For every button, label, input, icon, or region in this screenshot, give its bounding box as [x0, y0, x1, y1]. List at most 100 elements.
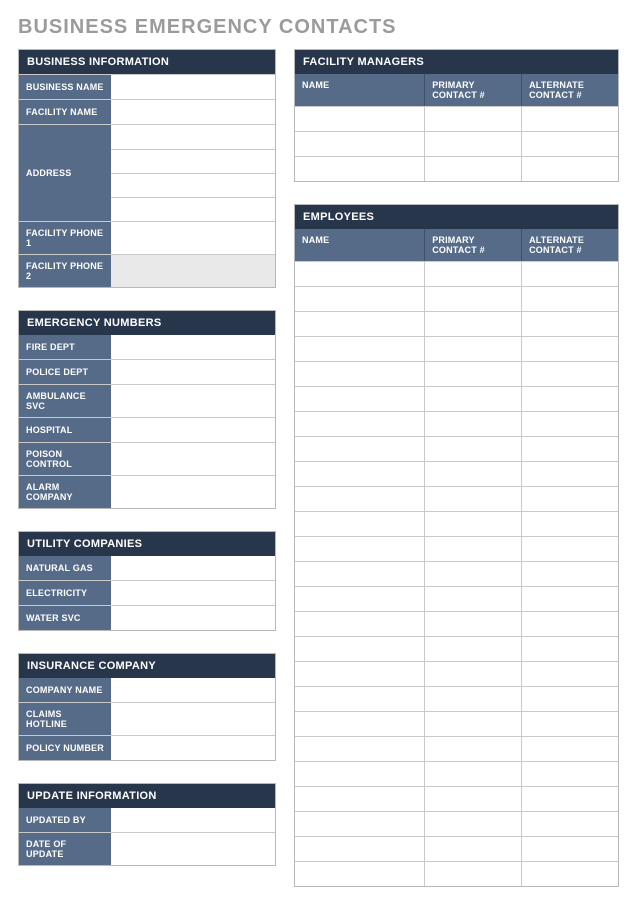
alternate-input[interactable] [521, 862, 618, 886]
value-input[interactable] [111, 556, 275, 580]
primary-input[interactable] [424, 107, 521, 131]
alternate-input[interactable] [521, 612, 618, 636]
alternate-input[interactable] [521, 512, 618, 536]
alternate-input[interactable] [521, 287, 618, 311]
primary-input[interactable] [424, 462, 521, 486]
primary-input[interactable] [424, 362, 521, 386]
value-input[interactable] [111, 385, 275, 417]
value-input[interactable] [111, 808, 275, 832]
primary-input[interactable] [424, 312, 521, 336]
name-input[interactable] [295, 337, 424, 361]
primary-input[interactable] [424, 637, 521, 661]
alternate-input[interactable] [521, 637, 618, 661]
primary-input[interactable] [424, 287, 521, 311]
primary-input[interactable] [424, 337, 521, 361]
alternate-input[interactable] [521, 687, 618, 711]
name-input[interactable] [295, 132, 424, 156]
primary-input[interactable] [424, 412, 521, 436]
name-input[interactable] [295, 362, 424, 386]
name-input[interactable] [295, 587, 424, 611]
alternate-input[interactable] [521, 762, 618, 786]
value-input[interactable] [111, 418, 275, 442]
value-input[interactable] [111, 736, 275, 760]
facility-phone1-input[interactable] [111, 222, 275, 254]
value-input[interactable] [111, 581, 275, 605]
alternate-input[interactable] [521, 587, 618, 611]
name-input[interactable] [295, 662, 424, 686]
alternate-input[interactable] [521, 437, 618, 461]
value-input[interactable] [111, 443, 275, 475]
name-input[interactable] [295, 762, 424, 786]
address-input[interactable] [111, 125, 275, 149]
address-input[interactable] [111, 197, 275, 221]
alternate-input[interactable] [521, 412, 618, 436]
primary-input[interactable] [424, 812, 521, 836]
value-input[interactable] [111, 335, 275, 359]
primary-input[interactable] [424, 487, 521, 511]
primary-input[interactable] [424, 762, 521, 786]
name-input[interactable] [295, 262, 424, 286]
primary-input[interactable] [424, 787, 521, 811]
name-input[interactable] [295, 712, 424, 736]
name-input[interactable] [295, 537, 424, 561]
value-input[interactable] [111, 360, 275, 384]
alternate-input[interactable] [521, 337, 618, 361]
name-input[interactable] [295, 312, 424, 336]
address-input[interactable] [111, 149, 275, 173]
name-input[interactable] [295, 387, 424, 411]
name-input[interactable] [295, 787, 424, 811]
primary-input[interactable] [424, 737, 521, 761]
value-input[interactable] [111, 833, 275, 865]
alternate-input[interactable] [521, 107, 618, 131]
name-input[interactable] [295, 462, 424, 486]
name-input[interactable] [295, 837, 424, 861]
alternate-input[interactable] [521, 837, 618, 861]
primary-input[interactable] [424, 612, 521, 636]
address-input[interactable] [111, 173, 275, 197]
primary-input[interactable] [424, 537, 521, 561]
name-input[interactable] [295, 157, 424, 181]
alternate-input[interactable] [521, 462, 618, 486]
name-input[interactable] [295, 562, 424, 586]
alternate-input[interactable] [521, 362, 618, 386]
alternate-input[interactable] [521, 737, 618, 761]
business-name-input[interactable] [111, 75, 275, 99]
name-input[interactable] [295, 512, 424, 536]
alternate-input[interactable] [521, 662, 618, 686]
name-input[interactable] [295, 487, 424, 511]
primary-input[interactable] [424, 512, 521, 536]
alternate-input[interactable] [521, 487, 618, 511]
primary-input[interactable] [424, 262, 521, 286]
primary-input[interactable] [424, 687, 521, 711]
primary-input[interactable] [424, 132, 521, 156]
name-input[interactable] [295, 862, 424, 886]
alternate-input[interactable] [521, 537, 618, 561]
primary-input[interactable] [424, 862, 521, 886]
primary-input[interactable] [424, 712, 521, 736]
primary-input[interactable] [424, 157, 521, 181]
name-input[interactable] [295, 737, 424, 761]
alternate-input[interactable] [521, 812, 618, 836]
facility-phone2-input[interactable] [111, 255, 275, 287]
value-input[interactable] [111, 476, 275, 508]
value-input[interactable] [111, 606, 275, 630]
name-input[interactable] [295, 287, 424, 311]
name-input[interactable] [295, 437, 424, 461]
primary-input[interactable] [424, 387, 521, 411]
alternate-input[interactable] [521, 132, 618, 156]
alternate-input[interactable] [521, 712, 618, 736]
value-input[interactable] [111, 703, 275, 735]
alternate-input[interactable] [521, 562, 618, 586]
primary-input[interactable] [424, 837, 521, 861]
primary-input[interactable] [424, 562, 521, 586]
primary-input[interactable] [424, 437, 521, 461]
name-input[interactable] [295, 687, 424, 711]
primary-input[interactable] [424, 587, 521, 611]
alternate-input[interactable] [521, 157, 618, 181]
alternate-input[interactable] [521, 787, 618, 811]
facility-name-input[interactable] [111, 100, 275, 124]
alternate-input[interactable] [521, 262, 618, 286]
alternate-input[interactable] [521, 312, 618, 336]
name-input[interactable] [295, 812, 424, 836]
alternate-input[interactable] [521, 387, 618, 411]
